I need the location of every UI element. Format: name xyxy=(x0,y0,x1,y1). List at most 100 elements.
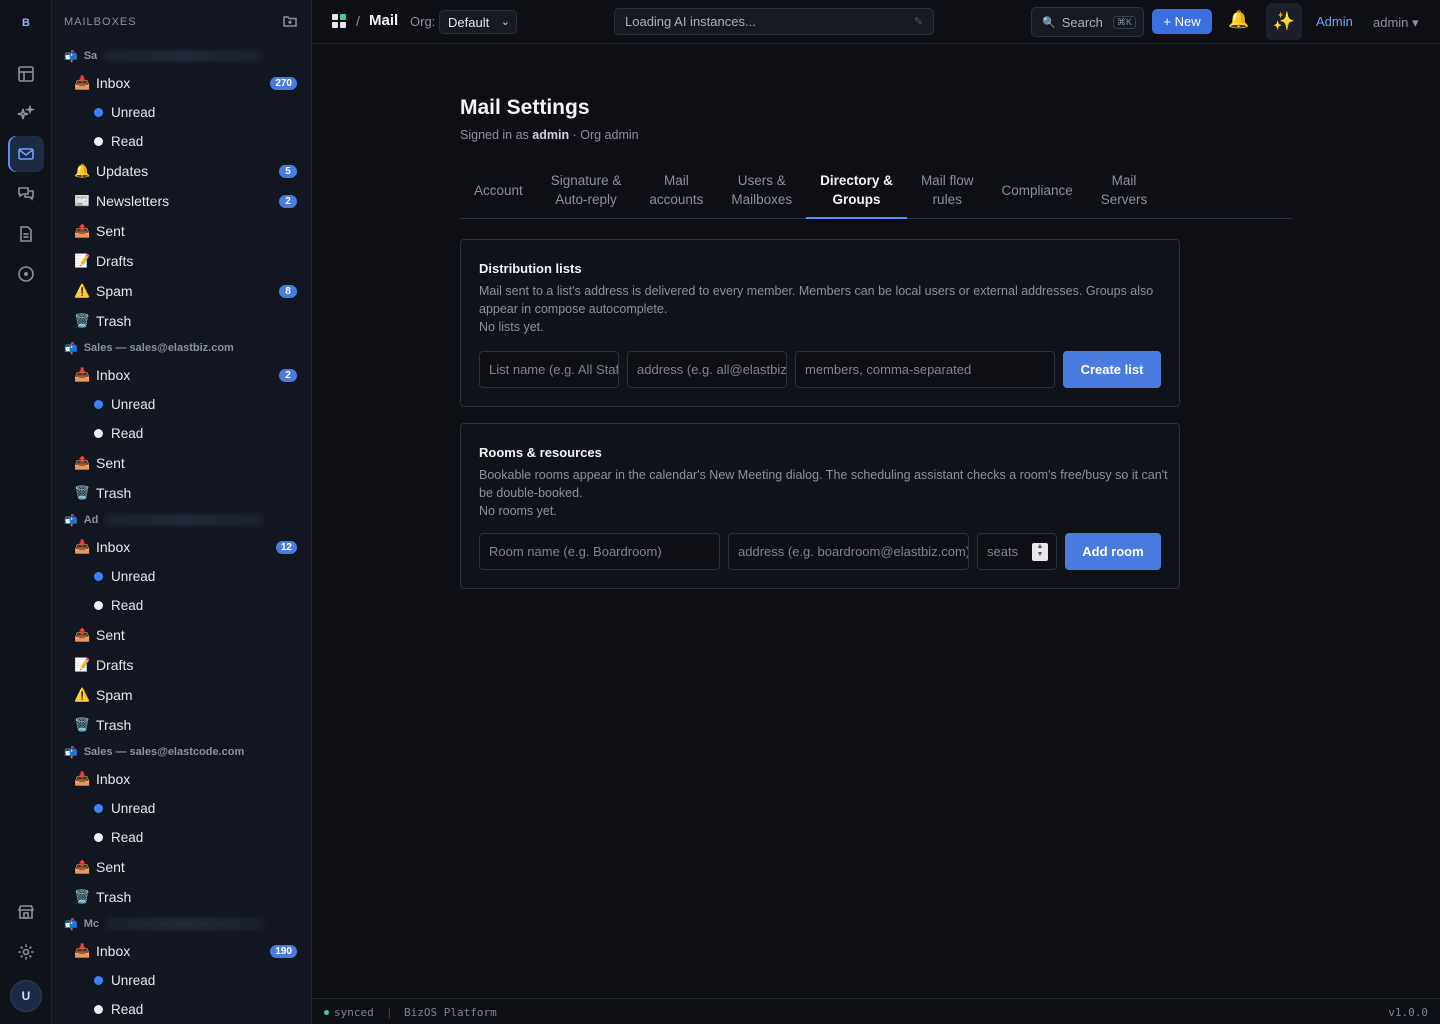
filter-label: Unread xyxy=(111,569,156,584)
pencil-icon: ✎ xyxy=(913,16,923,28)
tab-signature[interactable]: Signature & Auto-reply xyxy=(537,162,636,218)
signed-in-info: Signed in as admin · Org admin xyxy=(460,128,639,142)
folder-trash[interactable]: 🗑️ Trash xyxy=(52,306,311,336)
sync-status-dot xyxy=(324,1010,329,1015)
room-address-input[interactable]: address (e.g. boardroom@elastbiz.com) xyxy=(728,533,969,570)
stepper-arrows-icon[interactable]: ▲ ▼ xyxy=(1032,543,1048,561)
org-select[interactable]: Default ⌄ xyxy=(439,10,517,34)
tab-label-line2: accounts xyxy=(649,192,704,207)
folder-trash[interactable]: 🗑️ Trash xyxy=(52,478,311,508)
folder-label: Drafts xyxy=(96,253,134,269)
folder-filter-unread[interactable]: Unread xyxy=(52,98,311,127)
create-list-button[interactable]: Create list xyxy=(1063,351,1161,388)
folder-spam[interactable]: ⚠️ Spam 8 xyxy=(52,276,311,306)
list-address-input[interactable]: address (e.g. all@elastbiz.com) xyxy=(627,351,787,388)
folder-sent[interactable]: 📤 Sent xyxy=(52,448,311,478)
user-menu[interactable]: admin ▾ xyxy=(1373,15,1419,31)
folder-inbox[interactable]: 📥 Inbox 2 xyxy=(52,360,311,390)
tab-directory[interactable]: Directory & Groups xyxy=(806,162,907,219)
folder-inbox[interactable]: 📥 Inbox 12 xyxy=(52,532,311,562)
tab-label-line1: Mail flow xyxy=(920,173,974,188)
ai-sparkle-button[interactable]: ✨ xyxy=(1266,3,1302,40)
account-header[interactable]: 📬 Sales — sales@elastcode.com xyxy=(52,740,311,764)
mailboxes-title: MAILBOXES xyxy=(64,16,137,28)
folder-inbox[interactable]: 📥 Inbox 190 xyxy=(52,936,311,966)
folder-filter-read[interactable]: Read xyxy=(52,995,311,1024)
folder-filter-unread[interactable]: Unread xyxy=(52,966,311,995)
folder-icon: ⚠️ xyxy=(74,283,91,298)
filter-label: Unread xyxy=(111,801,156,816)
mail-icon[interactable] xyxy=(8,136,44,172)
list-name-input[interactable]: List name (e.g. All Staff) xyxy=(479,351,619,388)
sync-status: synced xyxy=(334,1006,374,1019)
folder-label: Trash xyxy=(96,313,132,329)
org-label: Org: xyxy=(410,14,436,29)
tab-account[interactable]: Account xyxy=(460,162,537,218)
account-header[interactable]: 📬 Sa xyxy=(52,44,311,68)
new-button[interactable]: + New xyxy=(1152,9,1212,34)
chat-icon[interactable] xyxy=(8,176,44,212)
folder-trash[interactable]: 🗑️ Trash xyxy=(52,710,311,740)
org-select-value: Default xyxy=(448,14,490,30)
folder-filter-read[interactable]: Read xyxy=(52,591,311,620)
folder-filter-read[interactable]: Read xyxy=(52,127,311,156)
folder-filter-unread[interactable]: Unread xyxy=(52,562,311,591)
folder-spam[interactable]: ⚠️ Spam xyxy=(52,680,311,710)
folder-drafts[interactable]: 📝 Drafts xyxy=(52,650,311,680)
tab-compliance[interactable]: Compliance xyxy=(987,162,1086,218)
app-logo[interactable]: B xyxy=(0,17,52,29)
folder-sent[interactable]: 📤 Sent xyxy=(52,216,311,246)
filter-label: Read xyxy=(111,830,144,845)
gear-icon[interactable] xyxy=(8,934,44,970)
room-name-input[interactable]: Room name (e.g. Boardroom) xyxy=(479,533,720,570)
folder-trash[interactable]: 🗑️ Trash xyxy=(52,882,311,912)
store-icon[interactable] xyxy=(8,894,44,930)
breadcrumb-app[interactable]: Mail xyxy=(369,12,398,29)
search-button[interactable]: 🔍 Search ⌘K xyxy=(1031,7,1144,37)
folder-icon: 📤 xyxy=(74,627,91,642)
version: v1.0.0 xyxy=(1388,1006,1428,1019)
ai-instance-field[interactable]: Loading AI instances... ✎ xyxy=(614,8,934,35)
document-icon[interactable] xyxy=(8,216,44,252)
sparkle-icon[interactable] xyxy=(8,96,44,132)
new-folder-icon[interactable] xyxy=(283,14,297,31)
bell-icon[interactable]: 🔔 xyxy=(1228,10,1249,30)
white-dot-icon xyxy=(94,429,103,438)
avatar[interactable]: U xyxy=(10,980,42,1012)
list-members-input[interactable]: members, comma-separated xyxy=(795,351,1055,388)
add-room-button[interactable]: Add room xyxy=(1065,533,1161,570)
folder-filter-read[interactable]: Read xyxy=(52,419,311,448)
mailbox-icon: 📬 xyxy=(64,514,78,527)
app-rail: B U xyxy=(0,0,52,1024)
folder-newsletters[interactable]: 📰 Newsletters 2 xyxy=(52,186,311,216)
folder-sent[interactable]: 📤 Sent xyxy=(52,852,311,882)
rooms-resources-card: Rooms & resources Bookable rooms appear … xyxy=(460,423,1180,589)
circle-dot-icon[interactable] xyxy=(8,256,44,292)
table-icon[interactable] xyxy=(8,56,44,92)
folder-inbox[interactable]: 📥 Inbox xyxy=(52,764,311,794)
folder-filter-unread[interactable]: Unread xyxy=(52,794,311,823)
admin-link[interactable]: Admin xyxy=(1316,14,1353,29)
folder-drafts[interactable]: 📝 Drafts xyxy=(52,246,311,276)
tab-label-line1: Mail xyxy=(663,173,689,188)
folder-label: Trash xyxy=(96,485,132,501)
account-header[interactable]: 📬 Sales — sales@elastbiz.com xyxy=(52,336,311,360)
tab-mail-flow[interactable]: Mail flow rules xyxy=(907,162,988,218)
redacted-account-name xyxy=(104,514,265,526)
folder-sent[interactable]: 📤 Sent xyxy=(52,620,311,650)
apps-grid-icon[interactable] xyxy=(332,14,346,28)
account-header[interactable]: 📬 Ad xyxy=(52,508,311,532)
room-seats-input[interactable]: seats ▲ ▼ xyxy=(977,533,1057,570)
folder-inbox[interactable]: 📥 Inbox 270 xyxy=(52,68,311,98)
folder-label: Inbox xyxy=(96,367,131,383)
tab-mail[interactable]: Mail Servers xyxy=(1087,162,1162,218)
folder-filter-read[interactable]: Read xyxy=(52,823,311,852)
folder-icon: 🗑️ xyxy=(74,717,91,732)
account-header[interactable]: 📬 Mc xyxy=(52,912,311,936)
tab-users[interactable]: Users & Mailboxes xyxy=(717,162,806,218)
folder-filter-unread[interactable]: Unread xyxy=(52,390,311,419)
mailbox-icon: 📬 xyxy=(64,342,78,355)
tab-mail[interactable]: Mail accounts xyxy=(635,162,717,218)
folder-icon: 🗑️ xyxy=(74,313,91,328)
folder-updates[interactable]: 🔔 Updates 5 xyxy=(52,156,311,186)
